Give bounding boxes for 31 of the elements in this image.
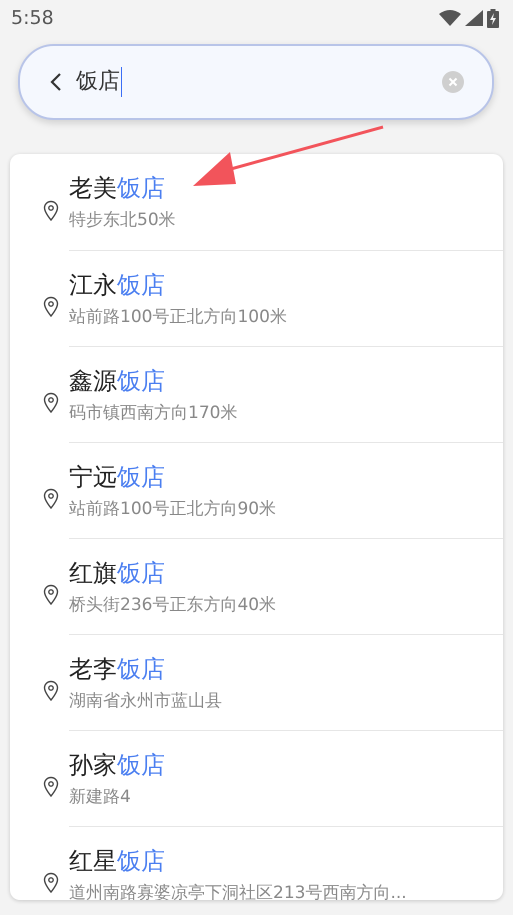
location-pin-icon	[43, 392, 59, 414]
place-name[interactable]: 鑫源饭店	[69, 366, 503, 396]
signal-icon	[465, 10, 483, 26]
place-name[interactable]: 孙家饭店	[69, 750, 503, 780]
location-pin-icon	[43, 296, 59, 318]
place-address: 站前路100号正北方向90米	[69, 498, 278, 520]
place-address: 特步东北50米	[69, 209, 177, 231]
place-address: 新建路4	[69, 786, 132, 808]
location-pin-icon	[43, 872, 59, 894]
search-field[interactable]: 饭店	[18, 44, 494, 120]
place-name[interactable]: 红星饭店	[69, 846, 503, 876]
location-pin-icon	[43, 584, 59, 606]
location-pin-icon	[43, 680, 59, 702]
place-name[interactable]: 老美饭店	[69, 173, 503, 203]
status-time: 5:58	[11, 7, 54, 29]
place-address: 道州南路寡婆凉亭下洞社区213号西南方向...	[69, 882, 408, 900]
battery-icon	[487, 8, 499, 28]
place-name[interactable]: 江永饭店	[69, 270, 503, 300]
place-address: 桥头街236号正东方向40米	[69, 594, 278, 616]
place-name[interactable]: 宁远饭店	[69, 462, 503, 492]
wifi-icon	[439, 10, 461, 26]
location-pin-icon	[43, 488, 59, 510]
search-text: 饭店	[76, 67, 122, 97]
place-name[interactable]: 老李饭店	[69, 654, 503, 684]
place-name[interactable]: 红旗饭店	[69, 558, 503, 588]
place-address: 站前路100号正北方向100米	[69, 306, 288, 328]
location-pin-icon	[43, 200, 59, 222]
location-pin-icon	[43, 776, 59, 798]
place-address: 湖南省永州市蓝山县	[69, 690, 223, 712]
back-icon[interactable]	[50, 72, 62, 92]
place-address: 码市镇西南方向170米	[69, 402, 238, 424]
